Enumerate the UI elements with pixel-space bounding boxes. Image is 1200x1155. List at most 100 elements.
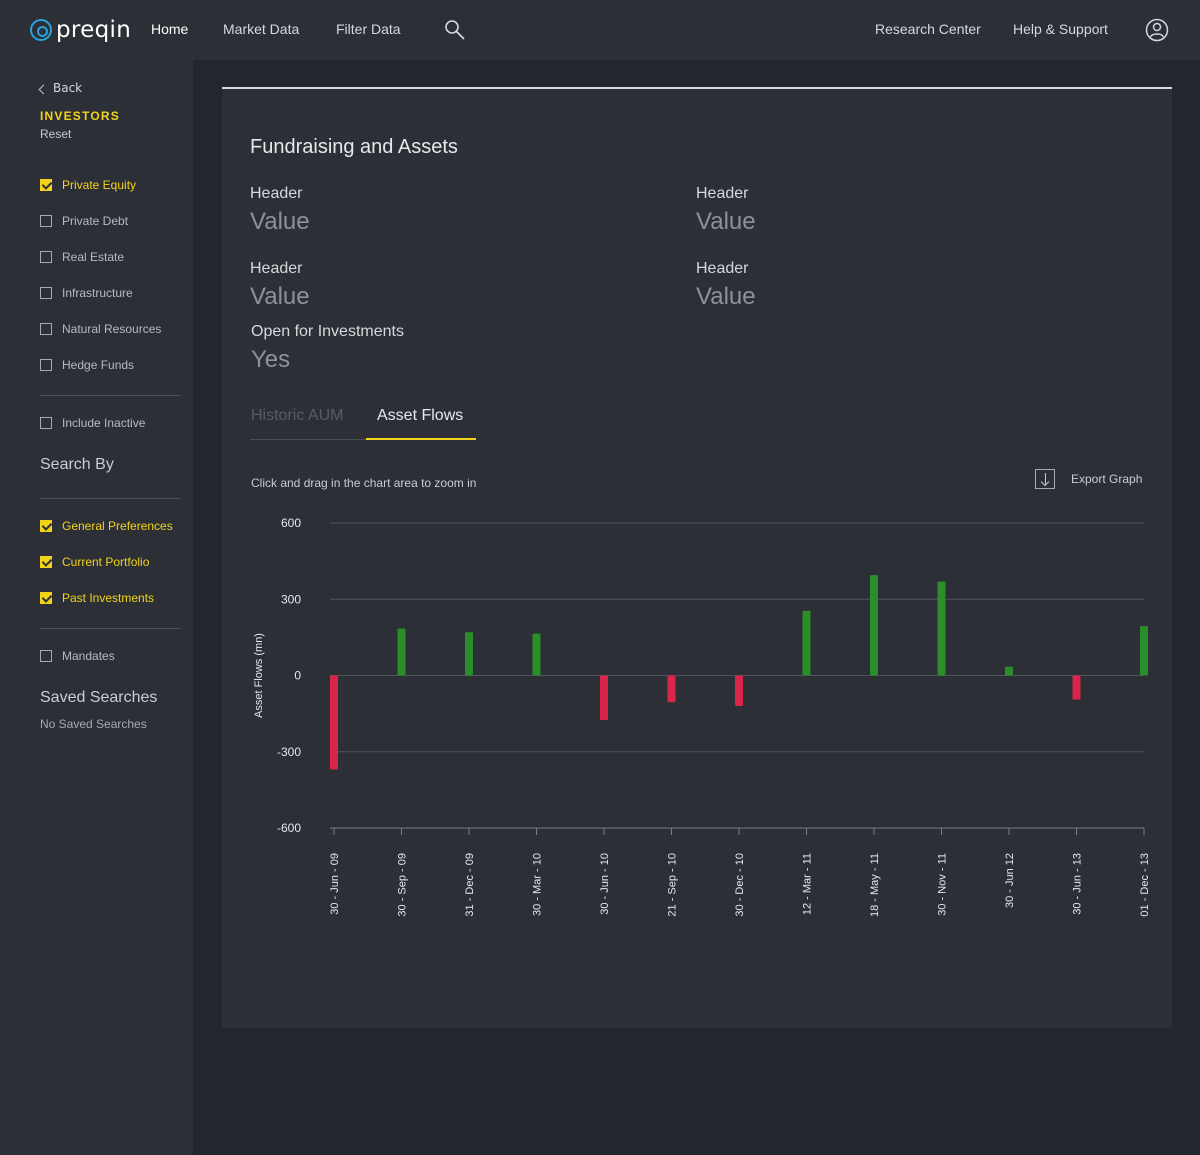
field-header: Header: [250, 260, 303, 277]
reset-link[interactable]: Reset: [40, 127, 71, 141]
y-tick-label: 300: [281, 592, 301, 606]
x-tick-label: 12 - Mar - 11: [802, 853, 814, 915]
x-tick-label: 30 - Jun - 09: [329, 853, 341, 915]
checkbox-checked-icon: [40, 592, 52, 604]
checkbox-hedge-funds[interactable]: Hedge Funds: [40, 358, 134, 372]
checkbox-label: Private Debt: [62, 214, 129, 228]
checkbox-label: Real Estate: [62, 250, 125, 264]
bar: [802, 610, 811, 676]
checkbox-empty-icon: [40, 417, 52, 429]
checkbox-label: Include Inactive: [62, 416, 146, 430]
y-tick-label: 600: [281, 516, 301, 530]
checkbox-infrastructure[interactable]: Infrastructure: [40, 286, 133, 300]
zoom-hint: Click and drag in the chart area to zoom…: [251, 476, 477, 490]
x-tick-label: 30 - Jun - 10: [599, 853, 611, 915]
bar: [397, 628, 406, 676]
bar: [870, 575, 878, 676]
checkbox-empty-icon: [40, 251, 52, 263]
back-label: Back: [53, 81, 83, 95]
bar: [532, 633, 541, 676]
chevron-left-icon: [38, 84, 49, 94]
y-tick-label: 0: [294, 669, 301, 683]
field-value: Value: [696, 208, 756, 235]
checkbox-empty-icon: [40, 359, 52, 371]
checkbox-private-equity[interactable]: Private Equity: [40, 178, 136, 192]
tab-asset-flows[interactable]: Asset Flows: [377, 407, 463, 425]
checkbox-empty-icon: [40, 287, 52, 299]
download-icon: [1035, 469, 1055, 489]
checkbox-private-debt[interactable]: Private Debt: [40, 214, 128, 228]
divider: [40, 628, 181, 629]
panel-title: Fundraising and Assets: [250, 136, 458, 158]
checkbox-natural-resources[interactable]: Natural Resources: [40, 322, 161, 336]
field-header: Header: [696, 260, 749, 277]
x-tick-label: 30 - Jun - 13: [1072, 853, 1084, 915]
asset-flows-chart[interactable]: 600 300 0 -300 -600 Asset Flows (mn) 30 - Jun …: [240, 500, 1160, 940]
x-tick-label: 30 - Dec - 10: [734, 853, 746, 917]
field-header: Header: [696, 185, 749, 202]
checkbox-include-inactive[interactable]: Include Inactive: [40, 416, 145, 430]
checkbox-label: Infrastructure: [62, 286, 133, 300]
checkbox-general-preferences[interactable]: General Preferences: [40, 519, 173, 533]
checkbox-empty-icon: [40, 650, 52, 662]
nav-market-data[interactable]: Market Data: [223, 21, 299, 37]
x-tick-label: 30 - Mar - 10: [532, 853, 544, 916]
search-icon[interactable]: [444, 19, 466, 41]
tab-historic-aum[interactable]: Historic AUM: [251, 407, 343, 425]
nav-home[interactable]: Home: [151, 21, 188, 37]
x-tick-label: 30 - Nov - 11: [937, 853, 949, 916]
preqin-logo[interactable]: preqin: [30, 15, 131, 45]
bar: [1005, 666, 1013, 676]
open-for-investments-header: Open for Investments: [251, 323, 404, 340]
bar: [1140, 625, 1148, 676]
x-tick-label: 18 - May - 11: [869, 853, 881, 917]
checkbox-label: Past Investments: [62, 591, 155, 605]
y-tick-label: -600: [277, 821, 301, 835]
field-value: Value: [250, 283, 310, 310]
bar: [600, 675, 608, 720]
x-tick-label: 30 - Sep - 09: [397, 853, 409, 917]
active-tab-indicator: [366, 438, 476, 440]
nav-research-center[interactable]: Research Center: [875, 21, 981, 37]
checkbox-checked-icon: [40, 179, 52, 191]
checkbox-checked-icon: [40, 520, 52, 532]
checkbox-current-portfolio[interactable]: Current Portfolio: [40, 555, 149, 569]
x-tick-label: 31 - Dec - 09: [464, 853, 476, 917]
x-tick-label: 21 - Sep - 10: [667, 853, 679, 917]
nav-help-support[interactable]: Help & Support: [1013, 21, 1108, 37]
checkbox-label: Current Portfolio: [62, 555, 150, 569]
top-bar: preqin Home Market Data Filter Data Rese…: [0, 0, 1200, 60]
export-graph-label: Export Graph: [1071, 472, 1143, 486]
search-by-heading: Search By: [40, 456, 114, 473]
x-tick-label: 30 - Jun 12: [1004, 853, 1016, 908]
export-graph-button[interactable]: Export Graph: [1035, 469, 1142, 489]
logo-text: preqin: [56, 17, 132, 43]
checkbox-mandates[interactable]: Mandates: [40, 649, 115, 663]
y-axis-label: Asset Flows (mn): [253, 633, 265, 718]
divider: [40, 395, 181, 396]
user-icon[interactable]: [1145, 18, 1169, 42]
y-tick-label: -300: [277, 745, 301, 759]
saved-searches-heading: Saved Searches: [40, 689, 158, 706]
bar: [667, 675, 676, 703]
back-link[interactable]: Back: [38, 81, 83, 95]
checkbox-label: Hedge Funds: [62, 358, 135, 372]
bar: [1072, 675, 1081, 700]
checkbox-label: Mandates: [62, 649, 115, 663]
checkbox-real-estate[interactable]: Real Estate: [40, 250, 124, 264]
checkbox-label: Natural Resources: [62, 322, 162, 336]
checkbox-past-investments[interactable]: Past Investments: [40, 591, 154, 605]
nav-filter-data[interactable]: Filter Data: [336, 21, 401, 37]
open-for-investments-value: Yes: [251, 346, 291, 373]
section-title: INVESTORS: [40, 109, 120, 123]
field-header: Header: [250, 185, 303, 202]
bar: [937, 581, 946, 676]
bar: [465, 632, 473, 676]
x-tick-label: 01 - Dec - 13: [1139, 853, 1151, 917]
checkbox-label: Private Equity: [62, 178, 137, 192]
field-value: Value: [250, 208, 310, 235]
checkbox-empty-icon: [40, 215, 52, 227]
no-saved-searches-text: No Saved Searches: [40, 717, 147, 731]
checkbox-empty-icon: [40, 323, 52, 335]
logo-mark-icon: [30, 19, 52, 41]
